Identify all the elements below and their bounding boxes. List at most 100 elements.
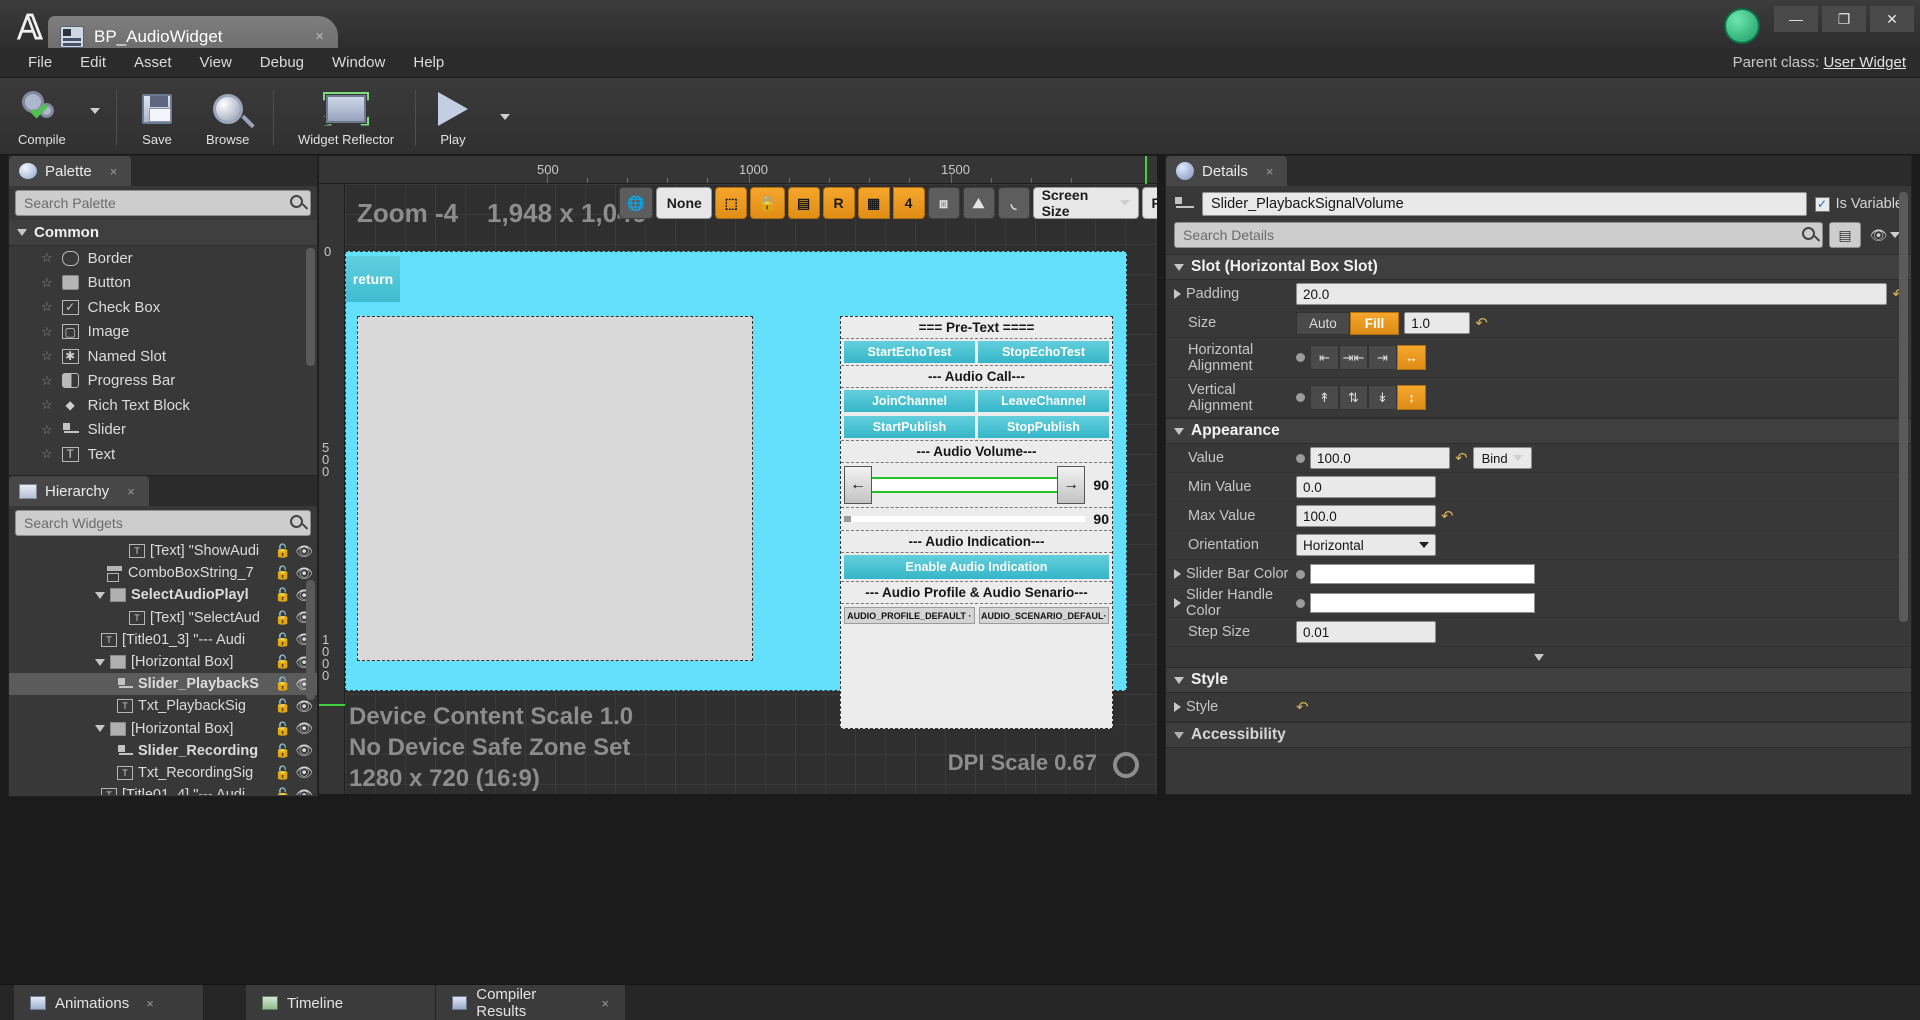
palette-item-image[interactable]: ☆ ▢ Image — [9, 320, 317, 345]
lock-icon[interactable]: 🔓 — [275, 543, 291, 559]
compile-button[interactable]: Compile — [8, 82, 76, 152]
size-value-input[interactable]: 1.0 — [1404, 312, 1471, 334]
r-toggle-button[interactable]: R — [822, 187, 855, 219]
hierarchy-row[interactable]: T Txt_PlaybackSig 🔓 👁 — [9, 695, 317, 717]
palette-item-rich-text-block[interactable]: ☆ ◆ Rich Text Block — [9, 393, 317, 418]
hierarchy-row[interactable]: [Horizontal Box] 🔓 👁 — [9, 651, 317, 673]
valign-top[interactable]: ↟ — [1310, 385, 1339, 410]
grid-size-value[interactable]: 4 — [892, 187, 925, 219]
asset-tab-close-icon[interactable]: × — [315, 28, 324, 45]
tab-compiler-results[interactable]: Compiler Results × — [436, 985, 626, 1020]
valign-bottom[interactable]: ↡ — [1368, 385, 1397, 410]
maximize-button[interactable]: ❐ — [1822, 6, 1866, 32]
hierarchy-row[interactable]: Slider_Recording 🔓 👁 — [9, 740, 317, 762]
stop-echo-test-button[interactable]: StopEchoTest — [978, 341, 1109, 363]
fill-screen-dropdown[interactable]: Fill Screen — [1141, 187, 1157, 219]
favorite-star-icon[interactable]: ☆ — [41, 250, 53, 266]
slider-right-handle[interactable]: → — [1057, 466, 1085, 504]
animations-close-icon[interactable]: × — [146, 996, 154, 1011]
hierarchy-row[interactable]: SelectAudioPlayl 🔓 👁 — [9, 584, 317, 606]
details-search-input[interactable]: Search Details — [1174, 222, 1823, 248]
favorite-star-icon[interactable]: ☆ — [41, 446, 53, 462]
tab-animations[interactable]: Animations × — [14, 985, 204, 1020]
chevron-down-icon[interactable] — [95, 591, 105, 599]
join-channel-button[interactable]: JoinChannel — [844, 390, 975, 412]
menu-asset[interactable]: Asset — [120, 50, 186, 75]
lock-icon[interactable]: 🔓 — [275, 765, 291, 781]
palette-item-check-box[interactable]: ☆ ✓ Check Box — [9, 295, 317, 320]
stop-publish-button[interactable]: StopPublish — [978, 416, 1109, 438]
favorite-star-icon[interactable]: ☆ — [41, 373, 53, 389]
padding-input[interactable]: 20.0 — [1296, 283, 1888, 305]
lock-icon[interactable]: 🔓 — [275, 787, 291, 795]
hierarchy-row[interactable]: ComboBoxString_7 🔓 👁 — [9, 562, 317, 584]
playback-slider-track[interactable] — [866, 477, 1063, 493]
hierarchy-row[interactable]: T [Title01_3] "--- Audi 🔓 👁 — [9, 629, 317, 651]
chevron-down-icon[interactable] — [95, 658, 105, 666]
hierarchy-row[interactable]: T Txt_RecordingSig 🔓 👁 — [9, 762, 317, 784]
section-slot[interactable]: Slot (Horizontal Box Slot) — [1166, 254, 1911, 280]
palette-item-progress-bar[interactable]: ☆ Progress Bar — [9, 369, 317, 394]
hierarchy-tree[interactable]: T [Text] "ShowAudi 🔓 👁 ComboBoxString_7 🔓 👁 Sel… — [9, 540, 317, 795]
slider-handle-color-swatch[interactable] — [1310, 593, 1535, 613]
chevron-right-icon[interactable] — [1174, 569, 1181, 579]
favorite-star-icon[interactable]: ☆ — [41, 422, 53, 438]
menu-help[interactable]: Help — [399, 50, 458, 75]
reset-icon[interactable]: ↶ — [1455, 449, 1468, 467]
size-mode-toggle[interactable]: Auto Fill — [1296, 311, 1400, 335]
halign-left[interactable]: ⇤ — [1310, 345, 1339, 370]
start-publish-button[interactable]: StartPublish — [844, 416, 975, 438]
menu-view[interactable]: View — [186, 50, 246, 75]
compiler-close-icon[interactable]: × — [601, 996, 609, 1011]
valign-segmented-control[interactable]: ↟ ⇅ ↡ ↕ — [1310, 385, 1426, 410]
tab-palette[interactable]: Palette × — [9, 156, 132, 186]
eye-icon[interactable]: 👁 — [295, 787, 313, 795]
eye-icon[interactable]: 👁 — [295, 543, 313, 560]
is-variable-checkbox[interactable]: ✓ Is Variable — [1814, 196, 1903, 212]
value-input[interactable]: 100.0 — [1310, 447, 1450, 469]
favorite-star-icon[interactable]: ☆ — [41, 324, 53, 340]
play-options-caret-icon[interactable] — [500, 114, 510, 120]
lock-icon[interactable]: 🔓 — [275, 654, 291, 670]
lock-icon[interactable]: 🔓 — [275, 721, 291, 737]
details-visibility-icon[interactable]: 👁 — [1867, 222, 1903, 248]
details-close-icon[interactable]: × — [1266, 164, 1274, 179]
tab-details[interactable]: Details × — [1166, 156, 1288, 186]
halign-right[interactable]: ⇥ — [1368, 345, 1397, 370]
close-button[interactable]: ✕ — [1870, 6, 1914, 32]
menu-debug[interactable]: Debug — [246, 50, 318, 75]
widget-preview[interactable]: return === Pre-Text ==== StartEchoTest S… — [345, 251, 1127, 729]
parent-class-link[interactable]: User Widget — [1823, 54, 1906, 71]
hierarchy-row[interactable]: [Horizontal Box] 🔓 👁 — [9, 718, 317, 740]
lock-icon[interactable]: 🔓 — [275, 610, 291, 626]
halign-center[interactable]: ⇥⇤ — [1339, 345, 1368, 370]
slider-bar-color-swatch[interactable] — [1310, 564, 1535, 584]
recording-volume-slider-row[interactable]: 90 — [841, 508, 1112, 531]
reset-icon[interactable]: ↶ — [1296, 698, 1309, 716]
section-appearance[interactable]: Appearance — [1166, 418, 1911, 444]
pin-icon[interactable] — [1296, 598, 1305, 608]
lock-icon[interactable]: 🔓 — [275, 587, 291, 603]
palette-close-icon[interactable]: × — [110, 164, 118, 179]
min-value-input[interactable]: 0.0 — [1296, 476, 1436, 498]
audio-scenario-dropdown[interactable]: AUDIO_SCENARIO_DEFAUL· — [978, 607, 1109, 624]
appearance-expander[interactable] — [1166, 647, 1911, 667]
preview-left-panel[interactable] — [357, 316, 753, 661]
palette-list[interactable]: ☆ Border ☆ Button ☆ ✓ Check Box ☆ ▢ Imag… — [9, 246, 317, 468]
audio-profile-dropdown[interactable]: AUDIO_PROFILE_DEFAULT · — [844, 607, 975, 624]
eye-icon[interactable]: 👁 — [295, 742, 313, 759]
compile-options-caret-icon[interactable] — [90, 108, 100, 114]
return-button[interactable]: return — [346, 256, 400, 302]
resolution-dropdown[interactable]: None — [656, 187, 713, 219]
image-preview-icon[interactable]: ⛰ — [962, 187, 995, 219]
hierarchy-search-input[interactable]: Search Widgets — [15, 510, 311, 536]
hierarchy-close-icon[interactable]: × — [127, 484, 135, 499]
screen-size-dropdown[interactable]: Screen Size — [1032, 187, 1139, 219]
palette-item-border[interactable]: ☆ Border — [9, 246, 317, 271]
eye-icon[interactable]: 👁 — [295, 720, 313, 737]
lock-icon[interactable]: 🔒 — [750, 187, 785, 219]
resize-snap-icon[interactable]: ⧈ — [927, 187, 960, 219]
hierarchy-row[interactable]: T [Text] "SelectAud 🔓 👁 — [9, 607, 317, 629]
lock-icon[interactable]: 🔓 — [275, 698, 291, 714]
menu-file[interactable]: File — [14, 50, 66, 75]
